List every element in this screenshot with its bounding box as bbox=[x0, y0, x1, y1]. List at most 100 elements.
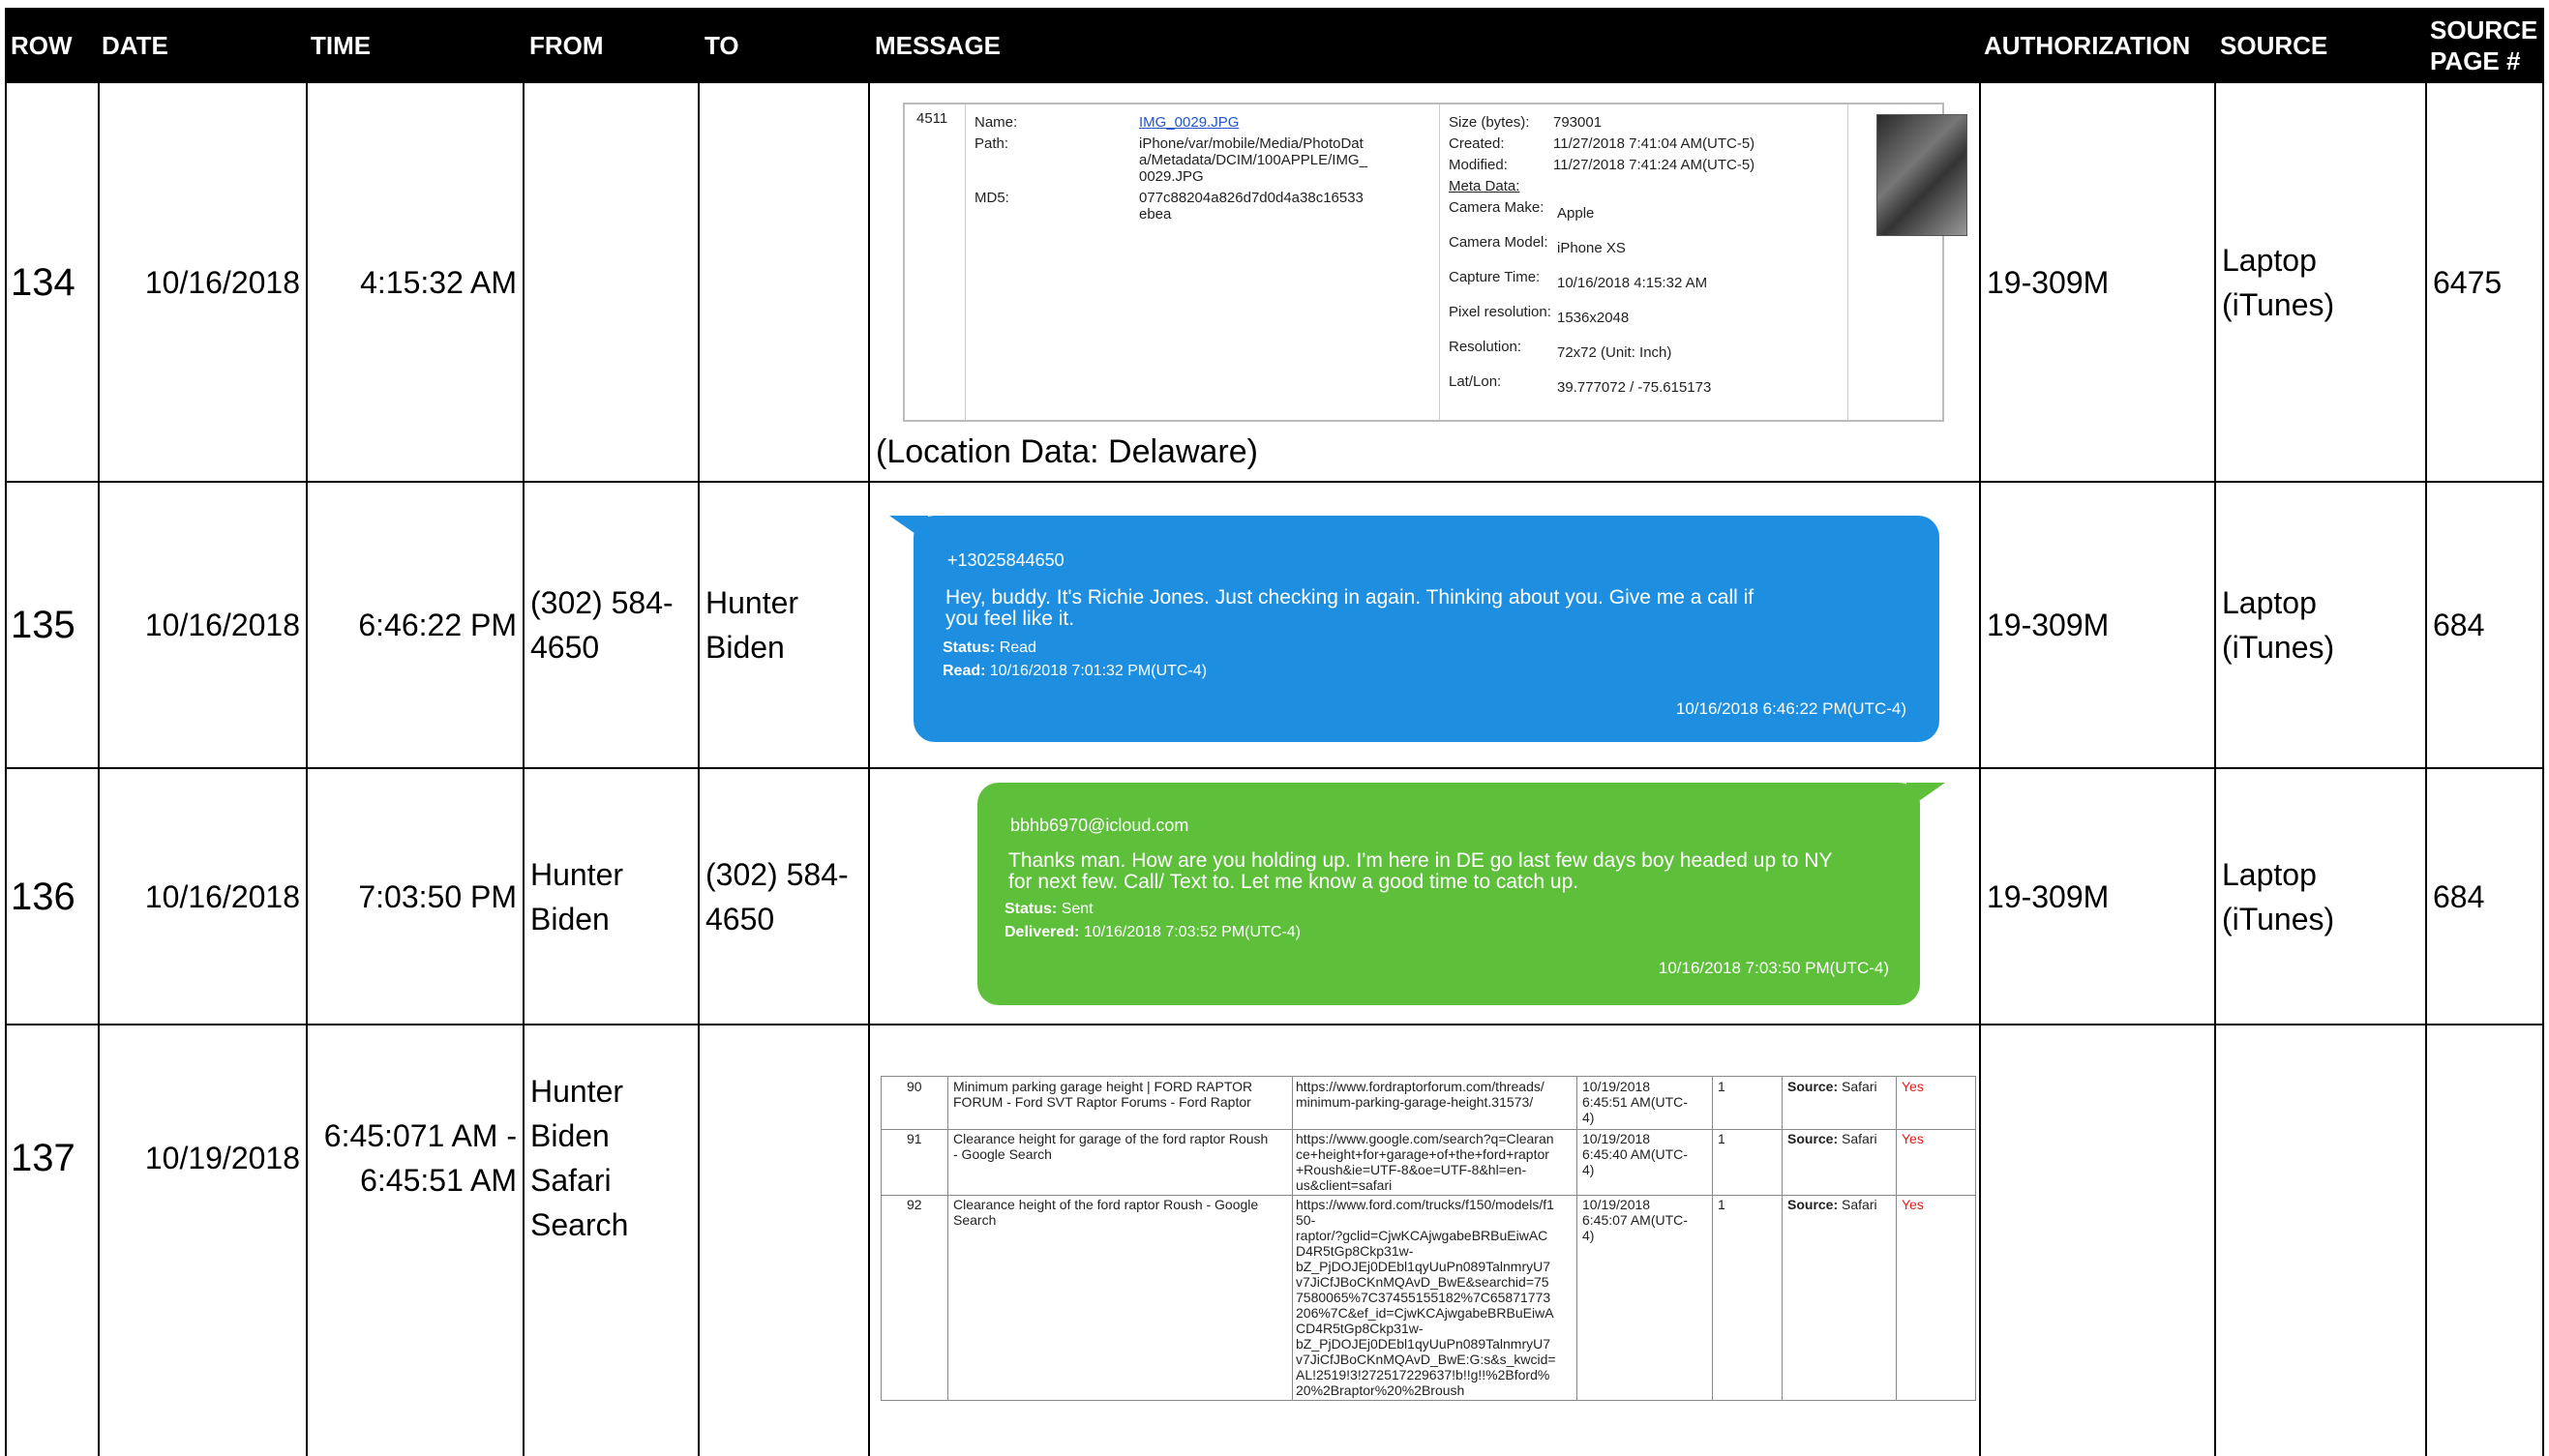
header-row: ROW bbox=[11, 30, 73, 60]
delivered-label: Delivered: bbox=[1005, 924, 1080, 940]
bubble-status: Status: Read bbox=[943, 639, 1036, 657]
status-value: Sent bbox=[1061, 901, 1094, 917]
row-source: Laptop (iTunes) bbox=[2216, 83, 2425, 481]
from-line: Hunter bbox=[530, 1073, 624, 1109]
history-url[interactable]: https://www.google.com/search?q=Clearan … bbox=[1296, 1131, 1554, 1193]
row-page: 684 bbox=[2433, 878, 2485, 914]
date-line: 10/19/2018 bbox=[1582, 1079, 1651, 1094]
source-label: Source: bbox=[1787, 1079, 1839, 1094]
path-line: iPhone/var/mobile/Media/PhotoDat bbox=[1139, 135, 1364, 152]
row-to bbox=[700, 1025, 868, 1456]
bubble-text: Hey, buddy. It's Richie Jones. Just chec… bbox=[945, 587, 1754, 630]
file-name-link[interactable]: IMG_0029.JPG bbox=[1139, 114, 1239, 131]
source-line: (iTunes) bbox=[2222, 901, 2335, 936]
bubble-text-line: Hey, buddy. It's Richie Jones. Just chec… bbox=[945, 586, 1754, 609]
source-line: Laptop bbox=[2222, 242, 2317, 278]
date-line: 4) bbox=[1582, 1228, 1595, 1243]
url-line: 7580065%7C37455155182%7C65871773 bbox=[1296, 1290, 1551, 1305]
source-label: Source: bbox=[1787, 1197, 1839, 1212]
title-line: Minimum parking garage height | FORD RAP… bbox=[953, 1079, 1253, 1094]
capture-time-label: Capture Time: bbox=[1449, 269, 1541, 285]
file-path-value: iPhone/var/mobile/Media/PhotoDat a/Metad… bbox=[1139, 135, 1367, 185]
url-line: D4R5tGp8Ckp31w- bbox=[1296, 1243, 1414, 1259]
history-count: 1 bbox=[1718, 1131, 1725, 1146]
date-line: 6:45:40 AM(UTC- bbox=[1582, 1146, 1688, 1162]
header-source-page-line2: PAGE # bbox=[2430, 46, 2521, 75]
row-number: 136 bbox=[11, 875, 75, 918]
pixel-resolution-value: 1536x2048 bbox=[1557, 310, 1630, 326]
row-from: Hunter Biden bbox=[525, 769, 698, 1024]
row-time: 4:15:32 AM bbox=[360, 264, 517, 300]
row-number: 134 bbox=[11, 260, 75, 304]
table-row-135: 135 10/16/2018 6:46:22 PM (302) 584- 465… bbox=[7, 483, 2542, 769]
path-line: a/Metadata/DCIM/100APPLE/IMG_ bbox=[1139, 152, 1367, 168]
history-row[interactable]: 92 Clearance height of the ford raptor R… bbox=[882, 1195, 1975, 1400]
modified-label: Modified: bbox=[1449, 157, 1508, 173]
url-line: raptor/?gclid=CjwKCAjwgabeBRBuEiwAC bbox=[1296, 1228, 1548, 1243]
capture-time-value: 10/16/2018 4:15:32 AM bbox=[1557, 275, 1708, 291]
title-line: Search bbox=[953, 1212, 997, 1228]
history-flag: Yes bbox=[1902, 1197, 1924, 1212]
history-flag: Yes bbox=[1902, 1131, 1924, 1146]
url-line: ce+height+for+garage+of+the+ford+raptor bbox=[1296, 1146, 1549, 1162]
file-index: 4511 bbox=[916, 110, 948, 127]
url-line: 50- bbox=[1296, 1212, 1316, 1228]
from-line: Biden bbox=[530, 1117, 610, 1153]
title-line: Clearance height of the ford raptor Rous… bbox=[953, 1197, 1259, 1212]
status-value: Read bbox=[999, 639, 1036, 656]
history-date: 10/19/2018 6:45:40 AM(UTC- 4) bbox=[1582, 1131, 1688, 1177]
url-line: bZ_PjDOJEj0DEbl1qyUuPn089TalnmryU7 bbox=[1296, 1336, 1551, 1352]
photo-thumbnail[interactable] bbox=[1876, 114, 1967, 236]
meta-data-label: Meta Data: bbox=[1449, 178, 1520, 194]
pixel-resolution-label: Pixel resolution: bbox=[1449, 304, 1551, 320]
row-to bbox=[700, 83, 868, 481]
history-count: 1 bbox=[1718, 1197, 1725, 1212]
safari-history-table: 90 Minimum parking garage height | FORD … bbox=[881, 1076, 1976, 1401]
history-date: 10/19/2018 6:45:07 AM(UTC- 4) bbox=[1582, 1197, 1688, 1243]
history-url[interactable]: https://www.ford.com/trucks/f150/models/… bbox=[1296, 1197, 1556, 1398]
bubble-sender: bbhb6970@icloud.com bbox=[1010, 816, 1189, 835]
source-line: Laptop bbox=[2222, 856, 2317, 892]
bubble-status: Status: Sent bbox=[1005, 901, 1094, 918]
table-row-137: 137 10/19/2018 6:45:071 AM - 6:45:51 AM … bbox=[7, 1025, 2542, 1456]
file-md5-label: MD5: bbox=[975, 190, 1009, 206]
url-line: v7JiCfJBoCKnMQAvD_BwE&searchid=75 bbox=[1296, 1274, 1549, 1290]
history-title: Clearance height for garage of the ford … bbox=[953, 1131, 1268, 1162]
url-line: bZ_PjDOJEj0DEbl1qyUuPn089TalnmryU7 bbox=[1296, 1259, 1551, 1274]
url-line: 206%7C&ef_id=CjwKCAjwgabeBRBuEiwA bbox=[1296, 1305, 1554, 1321]
date-line: 10/19/2018 bbox=[1582, 1197, 1651, 1212]
row-time: 6:46:22 PM bbox=[358, 608, 517, 642]
header-source: SOURCE bbox=[2220, 30, 2328, 60]
bubble-tail bbox=[1906, 783, 1945, 810]
row-to: (302) 584- 4650 bbox=[700, 769, 868, 1024]
source-line: (iTunes) bbox=[2222, 630, 2335, 665]
history-num: 90 bbox=[907, 1079, 922, 1094]
latlon-value: 39.777072 / -75.615173 bbox=[1557, 379, 1712, 396]
resolution-label: Resolution: bbox=[1449, 339, 1522, 355]
url-line: 20%2Braptor%20%2Broush bbox=[1296, 1382, 1465, 1398]
url-line: +Roush&ie=UTF-8&oe=UTF-8&hl=en- bbox=[1296, 1162, 1527, 1177]
url-line: https://www.fordraptorforum.com/threads/ bbox=[1296, 1079, 1544, 1094]
header-message: MESSAGE bbox=[875, 30, 1002, 60]
file-path-label: Path: bbox=[975, 135, 1009, 152]
url-line: us&client=safari bbox=[1296, 1177, 1393, 1193]
bubble-text: Thanks man. How are you holding up. I'm … bbox=[1008, 850, 1832, 893]
file-name-label: Name: bbox=[975, 114, 1018, 131]
history-url[interactable]: https://www.fordraptorforum.com/threads/… bbox=[1296, 1079, 1544, 1110]
size-label: Size (bytes): bbox=[1449, 114, 1530, 131]
history-row[interactable]: 90 Minimum parking garage height | FORD … bbox=[882, 1077, 1975, 1130]
to-line: (302) 584- bbox=[705, 856, 849, 892]
bubble-text-line: Thanks man. How are you holding up. I'm … bbox=[1008, 849, 1833, 872]
status-label: Status: bbox=[943, 639, 996, 656]
read-value: 10/16/2018 7:01:32 PM(UTC-4) bbox=[989, 663, 1208, 679]
from-line: Safari bbox=[530, 1162, 612, 1198]
row-date: 10/16/2018 bbox=[144, 608, 300, 642]
history-row[interactable]: 91 Clearance height for garage of the fo… bbox=[882, 1129, 1975, 1196]
location-note: (Location Data: Delaware) bbox=[876, 433, 1258, 470]
resolution-value: 72x72 (Unit: Inch) bbox=[1557, 344, 1672, 361]
header-date: DATE bbox=[102, 30, 168, 60]
row-page: 684 bbox=[2433, 608, 2485, 642]
file-md5-value: 077c88204a826d7d0d4a38c16533 ebea bbox=[1139, 190, 1364, 223]
to-line: 4650 bbox=[705, 901, 775, 936]
created-value: 11/27/2018 7:41:04 AM(UTC-5) bbox=[1553, 135, 1755, 152]
